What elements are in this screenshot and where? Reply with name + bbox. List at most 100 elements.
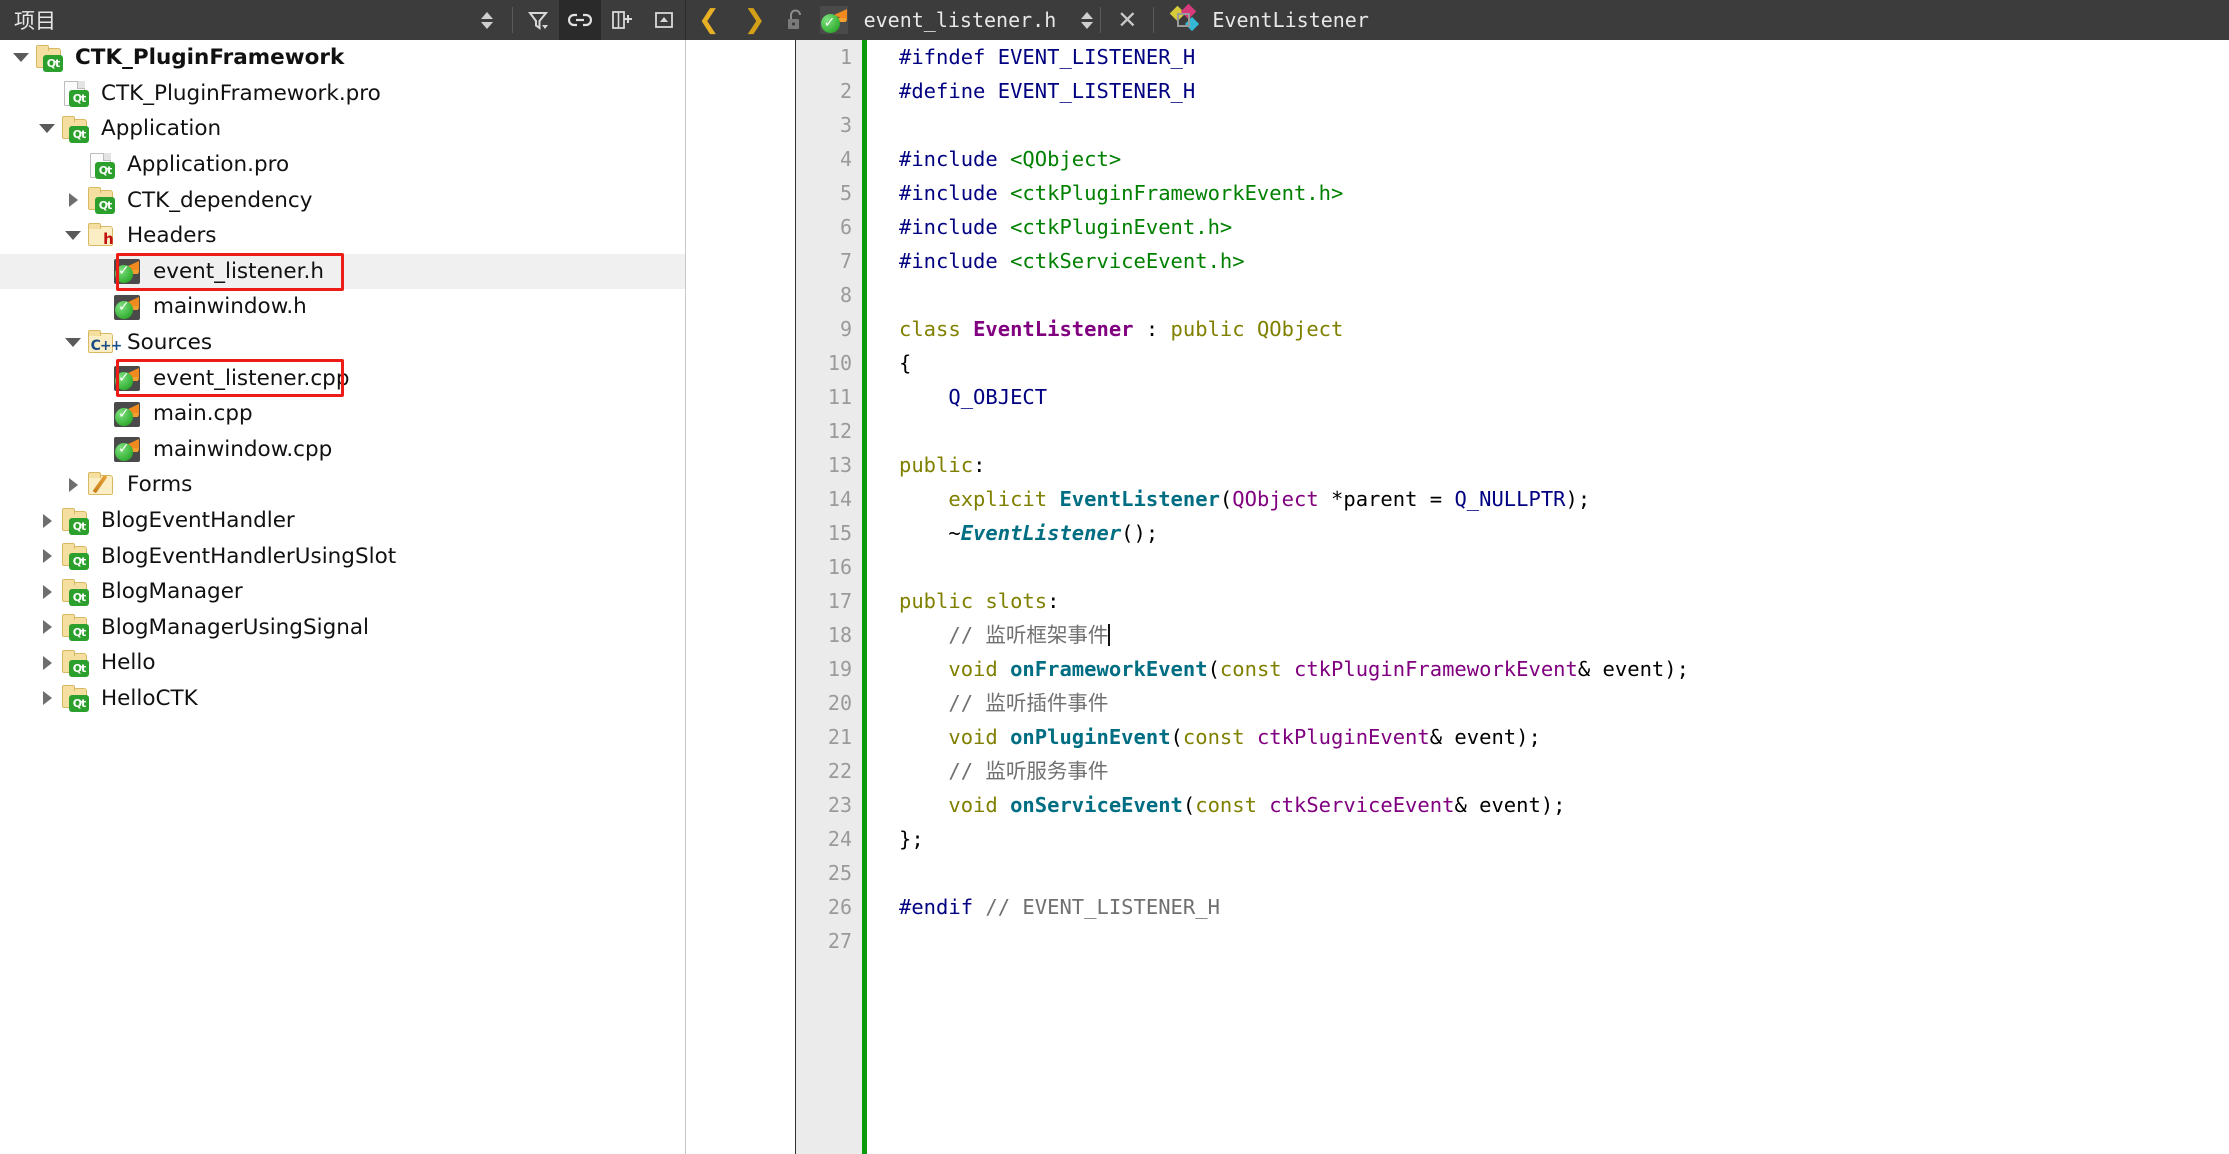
chevron-updown-icon[interactable] — [1074, 11, 1100, 29]
tree-item-event-listener-h[interactable]: event_listener.h — [0, 253, 685, 290]
expand-triangle-icon[interactable] — [34, 650, 60, 676]
text-cursor — [1108, 624, 1111, 646]
current-file-chip[interactable]: ✓ event_listener.h — [814, 6, 1075, 34]
code-line[interactable]: #include <ctkPluginFrameworkEvent.h> — [899, 176, 2229, 210]
code-line[interactable]: Q_OBJECT — [899, 380, 2229, 414]
collapse-triangle-icon[interactable] — [60, 330, 86, 356]
code-line[interactable]: public slots: — [899, 584, 2229, 618]
code-token: #ifndef — [899, 45, 998, 69]
code-token: const — [1195, 793, 1270, 817]
go-back-icon[interactable]: ❮ — [686, 7, 732, 33]
code-line[interactable]: // 监听服务事件 — [899, 754, 2229, 788]
code-token: #endif — [899, 895, 986, 919]
tree-item-helloctk[interactable]: Qt HelloCTK — [0, 681, 685, 717]
qt-header-file-icon: ✓ — [819, 6, 848, 34]
editor-toolbar: ❮ ❯ ✓ event_listener.h ✕ EventListener — [686, 0, 2229, 40]
tree-item-sources[interactable]: C++ Sources — [0, 325, 685, 361]
line-number: 20 — [827, 691, 852, 715]
tree-item-event-listener-cpp[interactable]: event_listener.cpp — [0, 360, 685, 396]
line-number: 18 — [827, 623, 852, 647]
code-line[interactable]: #define EVENT_LISTENER_H — [899, 74, 2229, 108]
folder-qt-icon: Qt — [60, 649, 90, 677]
collapse-triangle-icon[interactable] — [60, 223, 86, 249]
tree-item-label: Forms — [127, 472, 193, 498]
tree-item-ctk-pluginframework-pro[interactable]: Qt CTK_PluginFramework.pro — [0, 76, 685, 112]
code-line[interactable] — [899, 856, 2229, 890]
tree-item-main-cpp[interactable]: main.cpp — [0, 396, 685, 432]
code-line[interactable]: #include <ctkServiceEvent.h> — [899, 244, 2229, 278]
expand-triangle-icon[interactable] — [60, 187, 86, 213]
code-line[interactable] — [899, 108, 2229, 142]
expand-triangle-icon[interactable] — [60, 472, 86, 498]
tree-item-blogeventhandler[interactable]: Qt BlogEventHandler — [0, 503, 685, 539]
tree-item-headers[interactable]: h Headers — [0, 218, 685, 254]
doc-qt-icon: Qt — [60, 80, 90, 108]
close-panel-icon[interactable] — [643, 0, 685, 40]
current-filename: event_listener.h — [863, 8, 1057, 32]
expand-triangle-icon[interactable] — [34, 614, 60, 640]
tree-item-forms[interactable]: Forms — [0, 467, 685, 503]
tree-item-ctk-pluginframework[interactable]: Qt CTK_PluginFramework — [0, 40, 685, 76]
link-with-editor-icon[interactable] — [559, 0, 601, 40]
code-line[interactable]: public: — [899, 448, 2229, 482]
code-line[interactable]: #include <QObject> — [899, 142, 2229, 176]
tree-item-mainwindow-h[interactable]: mainwindow.h — [0, 289, 685, 325]
tree-item-blogeventhandlerusingslot[interactable]: Qt BlogEventHandlerUsingSlot — [0, 538, 685, 574]
sort-updown-icon[interactable] — [466, 0, 508, 40]
code-line[interactable]: #ifndef EVENT_LISTENER_H — [899, 40, 2229, 74]
code-line[interactable] — [899, 278, 2229, 312]
code-token: ctkServiceEvent — [1269, 793, 1455, 817]
code-line[interactable]: void onServiceEvent(const ctkServiceEven… — [899, 788, 2229, 822]
tree-item-blogmanagerusingsignal[interactable]: Qt BlogManagerUsingSignal — [0, 610, 685, 646]
collapse-triangle-icon[interactable] — [8, 45, 34, 71]
add-split-icon[interactable] — [601, 0, 643, 40]
code-line[interactable]: explicit EventListener(QObject *parent =… — [899, 482, 2229, 516]
code-line[interactable]: // 监听插件事件 — [899, 686, 2229, 720]
code-line[interactable] — [899, 550, 2229, 584]
code-line[interactable]: // 监听框架事件 — [899, 618, 2229, 652]
filter-icon[interactable] — [517, 0, 559, 40]
code-text-area[interactable]: #ifndef EVENT_LISTENER_H #define EVENT_LI… — [867, 40, 2229, 1154]
code-line[interactable]: #endif // EVENT_LISTENER_H — [899, 890, 2229, 924]
expand-triangle-icon[interactable] — [34, 685, 60, 711]
code-token: Q_NULLPTR — [1454, 487, 1566, 511]
line-number: 19 — [827, 657, 852, 681]
toolbar-divider — [512, 7, 513, 33]
code-line[interactable]: }; — [899, 822, 2229, 856]
code-token: Q_OBJECT — [948, 385, 1048, 409]
code-editor[interactable]: 1 2 3 4 5 6 7 8 9 10 11 12 13 14 15 16 17 18 19 20 21 22 23 24 2… — [686, 40, 2229, 1154]
tree-item-blogmanager[interactable]: Qt BlogManager — [0, 574, 685, 610]
tree-item-label: CTK_PluginFramework.pro — [101, 80, 381, 106]
go-forward-icon[interactable]: ❯ — [732, 7, 778, 33]
project-tree[interactable]: Qt CTK_PluginFramework Qt CTK_PluginFramewo… — [0, 40, 686, 1154]
collapse-triangle-icon[interactable] — [34, 116, 60, 142]
unlocked-icon[interactable] — [778, 8, 814, 32]
expand-triangle-icon[interactable] — [34, 508, 60, 534]
code-line[interactable]: class EventListener : public QObject — [899, 312, 2229, 346]
code-line[interactable]: #include <ctkPluginEvent.h> — [899, 210, 2229, 244]
code-token: // 监听插件事件 — [948, 691, 1109, 715]
code-line[interactable]: void onPluginEvent(const ctkPluginEvent&… — [899, 720, 2229, 754]
tree-item-application[interactable]: Qt Application — [0, 111, 685, 147]
tree-item-mainwindow-cpp[interactable]: mainwindow.cpp — [0, 432, 685, 468]
code-token: & event); — [1577, 657, 1689, 681]
line-number: 15 — [827, 521, 852, 545]
expand-triangle-icon[interactable] — [34, 579, 60, 605]
tree-item-hello[interactable]: Qt Hello — [0, 645, 685, 681]
tree-item-ctk-dependency[interactable]: Qt CTK_dependency — [0, 182, 685, 218]
tree-item-application-pro[interactable]: Qt Application.pro — [0, 147, 685, 183]
code-line[interactable] — [899, 414, 2229, 448]
code-line[interactable]: void onFrameworkEvent(const ctkPluginFra… — [899, 652, 2229, 686]
code-line[interactable] — [899, 924, 2229, 958]
tree-item-label: event_listener.h — [153, 258, 324, 284]
qt-file-icon — [112, 365, 142, 392]
code-token: onServiceEvent — [1010, 793, 1183, 817]
close-document-icon[interactable]: ✕ — [1101, 8, 1153, 32]
expand-triangle-icon[interactable] — [34, 543, 60, 569]
code-line[interactable]: ~EventListener(); — [899, 516, 2229, 550]
code-line[interactable]: { — [899, 346, 2229, 380]
line-number: 2 — [839, 79, 852, 103]
